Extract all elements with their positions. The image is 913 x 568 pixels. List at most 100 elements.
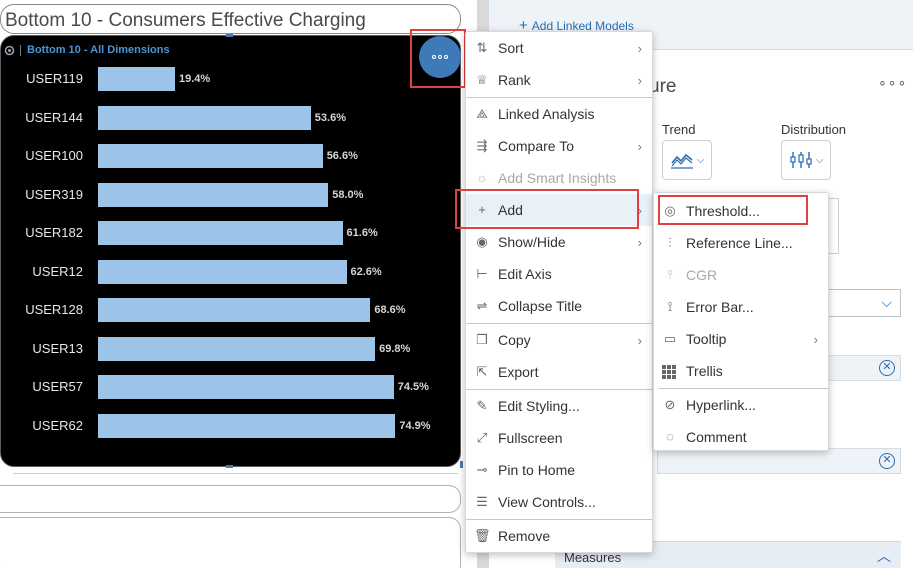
linked-analysis-icon: ⟁ bbox=[476, 106, 488, 121]
menu-item-cgr: ⫯ CGR bbox=[654, 259, 828, 291]
panel-more-icon[interactable]: ∘∘∘ bbox=[878, 74, 907, 91]
chevron-right-icon: › bbox=[813, 331, 818, 347]
lightbulb-icon: ☼ bbox=[476, 170, 488, 185]
menu-item-label: CGR bbox=[686, 267, 718, 283]
menu-item-linked-analysis[interactable]: ⟁ Linked Analysis bbox=[466, 98, 652, 130]
brush-icon: ✎ bbox=[476, 398, 488, 413]
menu-item-label: Edit Axis bbox=[498, 266, 552, 282]
chevron-down-icon: ⌵ bbox=[881, 294, 892, 310]
chart-widget[interactable]: Bottom 10 - All Dimensions USER119 19.4% U… bbox=[0, 34, 463, 468]
menu-item-pin-to-home[interactable]: ⊸ Pin to Home bbox=[466, 454, 652, 486]
menu-item-label: Rank bbox=[498, 72, 531, 88]
menu-item-label: Tooltip bbox=[686, 331, 727, 347]
distribution-chart-type-button[interactable]: ⌵ bbox=[781, 140, 831, 180]
bar[interactable] bbox=[98, 413, 396, 438]
menu-item-export[interactable]: ⇱ Export bbox=[466, 356, 652, 388]
add-submenu: ◎ Threshold... ⫶ Reference Line... ⫯ CGR ⟟ Erro… bbox=[653, 192, 829, 451]
remove-token-icon[interactable]: ✕ bbox=[879, 360, 895, 376]
bar[interactable] bbox=[98, 67, 176, 91]
menu-item-label: Compare To bbox=[498, 138, 575, 154]
menu-item-sort[interactable]: ⇅ Sort › bbox=[466, 32, 652, 64]
data-label: 74.9% bbox=[399, 419, 431, 432]
menu-item-show-hide[interactable]: ◉ Show/Hide › bbox=[466, 226, 652, 258]
chevron-right-icon: › bbox=[637, 234, 642, 250]
menu-item-reference-line[interactable]: ⫶ Reference Line... bbox=[654, 227, 828, 259]
data-label: 61.6% bbox=[346, 227, 378, 239]
menu-item-compare-to[interactable]: ⇶ Compare To › bbox=[466, 130, 652, 162]
menu-item-label: Collapse Title bbox=[498, 298, 583, 314]
menu-item-label: Reference Line... bbox=[686, 235, 793, 251]
category-label: USER182 bbox=[25, 225, 83, 240]
category-label: USER62 bbox=[32, 417, 83, 433]
menu-item-rank[interactable]: ♕ Rank › bbox=[466, 64, 652, 96]
reference-line-icon: ⫶ bbox=[668, 235, 672, 250]
data-label: 62.6% bbox=[350, 265, 382, 278]
menu-item-view-controls[interactable]: ☰ View Controls... bbox=[466, 486, 652, 518]
menu-item-collapse-title[interactable]: ⇌ Collapse Title bbox=[466, 290, 652, 322]
category-label: USER319 bbox=[25, 186, 83, 202]
menu-item-label: Add Smart Insights bbox=[498, 170, 617, 186]
axis-icon: ⊢ bbox=[476, 266, 488, 281]
pin-icon: ⊸ bbox=[476, 462, 488, 477]
trend-chart-type-button[interactable]: ⌵ bbox=[662, 140, 712, 180]
menu-item-label: Fullscreen bbox=[498, 430, 563, 446]
chevron-up-icon[interactable]: ︿ bbox=[877, 546, 891, 566]
chevron-right-icon: › bbox=[637, 40, 642, 56]
link-icon: ⊘ bbox=[664, 397, 676, 412]
menu-item-label: Show/Hide bbox=[498, 234, 566, 250]
bar[interactable] bbox=[98, 259, 347, 284]
context-menu: ⇅ Sort › ♕ Rank › ⟁ Linked Analysis ⇶ Compare To ›… bbox=[465, 31, 653, 553]
menu-item-label: Sort bbox=[498, 40, 524, 56]
trellis-icon bbox=[662, 363, 678, 379]
trash-icon: 🗑 bbox=[474, 528, 491, 543]
menu-item-label: Linked Analysis bbox=[498, 106, 595, 122]
remove-token-icon[interactable]: ✕ bbox=[879, 453, 895, 469]
bar[interactable] bbox=[98, 375, 394, 399]
menu-item-edit-axis[interactable]: ⊢ Edit Axis bbox=[466, 258, 652, 290]
bar[interactable] bbox=[98, 105, 311, 130]
menu-item-comment[interactable]: ◌ Comment bbox=[654, 421, 828, 453]
menu-item-tooltip[interactable]: ▭ Tooltip › bbox=[654, 323, 828, 355]
export-icon: ⇱ bbox=[476, 364, 488, 379]
more-actions-button[interactable] bbox=[419, 36, 461, 78]
sort-icon: ⇅ bbox=[476, 40, 488, 55]
menu-item-remove[interactable]: 🗑 Remove bbox=[466, 520, 652, 552]
menu-item-copy[interactable]: ❐ Copy › bbox=[466, 324, 652, 356]
fullscreen-icon: ⤢ bbox=[476, 430, 488, 445]
bar[interactable] bbox=[98, 144, 323, 168]
category-label: USER12 bbox=[32, 263, 83, 279]
data-label: 53.6% bbox=[314, 111, 346, 124]
bar[interactable] bbox=[98, 221, 343, 245]
widget-placeholder[interactable] bbox=[0, 485, 461, 513]
category-label: USER128 bbox=[25, 302, 83, 317]
chevron-down-icon: ⌵ bbox=[696, 154, 705, 166]
error-bar-icon: ⟟ bbox=[667, 299, 673, 314]
bar[interactable] bbox=[98, 336, 376, 361]
more-icon bbox=[432, 55, 448, 59]
distribution-chart-icon bbox=[790, 152, 812, 168]
widget-placeholder[interactable] bbox=[0, 517, 461, 568]
menu-item-error-bar[interactable]: ⟟ Error Bar... bbox=[654, 291, 828, 323]
menu-item-edit-styling[interactable]: ✎ Edit Styling... bbox=[466, 390, 652, 422]
category-label: USER13 bbox=[32, 340, 83, 356]
chart-title-box[interactable]: Bottom 10 - Consumers Effective Charging bbox=[0, 4, 461, 34]
add-item-highlight bbox=[455, 189, 639, 229]
menu-item-trellis[interactable]: Trellis bbox=[654, 355, 828, 387]
menu-item-hyperlink[interactable]: ⊘ Hyperlink... bbox=[654, 389, 828, 421]
controls-icon: ☰ bbox=[476, 494, 488, 509]
trophy-icon: ♕ bbox=[476, 72, 488, 87]
collapse-title-icon: ⇌ bbox=[476, 298, 488, 313]
cgr-icon: ⫯ bbox=[667, 267, 673, 282]
horizontal-scrollbar[interactable] bbox=[13, 473, 458, 476]
bar[interactable] bbox=[98, 182, 329, 207]
menu-item-label: Pin to Home bbox=[498, 462, 576, 478]
menu-item-fullscreen[interactable]: ⤢ Fullscreen bbox=[466, 422, 652, 454]
menu-item-label: Trellis bbox=[686, 363, 723, 379]
data-label: 19.4% bbox=[179, 73, 211, 85]
bar[interactable] bbox=[98, 298, 371, 322]
data-label: 74.5% bbox=[397, 381, 429, 393]
menu-item-label: View Controls... bbox=[498, 494, 596, 510]
menu-item-label: Error Bar... bbox=[686, 299, 754, 315]
comment-icon: ◌ bbox=[666, 429, 674, 444]
category-label: USER100 bbox=[25, 148, 83, 163]
